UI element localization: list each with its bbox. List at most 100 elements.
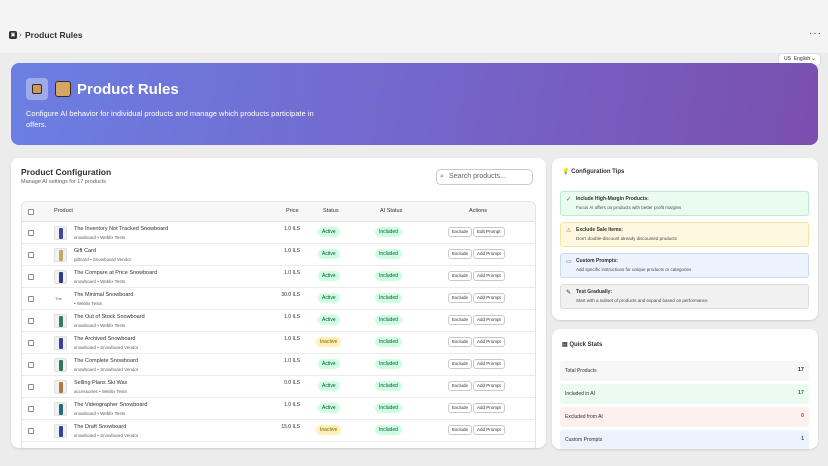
exclude-button[interactable]: Exclude xyxy=(448,425,473,435)
tip-description: Focus AI offers on products with better … xyxy=(576,205,682,210)
table-row: The Out of Stock Snowboard snowboard • We… xyxy=(22,310,535,332)
add-prompt-button[interactable]: Add Prompt xyxy=(473,249,505,259)
breadcrumb-separator: › xyxy=(19,30,22,39)
table-row: The Inventory Not Tracked Snowboard snowb… xyxy=(22,222,535,244)
product-meta: snowboard • Weblix Tests xyxy=(74,235,126,240)
search-input[interactable]: ⌕ Search products... xyxy=(436,169,533,185)
table-row: Selling Plans Ski Wax accessories • Webli… xyxy=(22,376,535,398)
table-row: The Archived Snowboard snowboard • Snowbo… xyxy=(22,332,535,354)
product-name[interactable]: The Inventory Not Tracked Snowboard xyxy=(74,226,168,232)
exclude-button[interactable]: Exclude xyxy=(448,381,473,391)
exclude-button[interactable]: Exclude xyxy=(448,249,473,259)
exclude-button[interactable]: Exclude xyxy=(448,337,473,347)
product-name[interactable]: The Complete Snowboard xyxy=(74,358,138,364)
product-name[interactable]: The Archived Snowboard xyxy=(74,336,135,342)
product-meta: snowboard • Weblix Tests xyxy=(74,279,126,284)
add-prompt-button[interactable]: Add Prompt xyxy=(473,293,505,303)
exclude-button[interactable]: Exclude xyxy=(448,271,473,281)
add-prompt-button[interactable]: Add Prompt xyxy=(473,337,505,347)
products-table: Product Price Status AI Status Actions T… xyxy=(21,201,536,448)
row-checkbox[interactable] xyxy=(28,340,34,346)
row-checkbox[interactable] xyxy=(28,428,34,434)
select-all-checkbox[interactable] xyxy=(28,209,34,215)
hero-banner: Product Rules Configure AI behavior for … xyxy=(11,63,818,145)
product-meta: snowboard • Snowboard Vendor xyxy=(74,367,139,372)
row-checkbox[interactable] xyxy=(28,384,34,390)
stat-item: Custom Prompts 1 xyxy=(560,430,809,449)
app-icon[interactable]: ▣ xyxy=(9,31,17,39)
chat-icon: ▭ xyxy=(566,259,572,265)
product-price: 1.0 ILS xyxy=(284,358,300,364)
row-checkbox[interactable] xyxy=(28,362,34,368)
stat-item: Total Products 17 xyxy=(560,361,809,381)
exclude-button[interactable]: Exclude xyxy=(448,315,473,325)
product-meta: accessories • Weblix Tests xyxy=(74,389,127,394)
product-meta: • Weblix Tests xyxy=(74,301,102,306)
product-name[interactable]: The Out of Stock Snowboard xyxy=(74,314,145,320)
status-badge: Active xyxy=(318,381,340,391)
hero-description: Configure AI behavior for individual pro… xyxy=(26,109,314,129)
product-name[interactable]: Selling Plans Ski Wax xyxy=(74,380,127,386)
tip-item: ⚠ Exclude Sale Items: Don't double-discoun… xyxy=(560,222,809,247)
exclude-button[interactable]: Exclude xyxy=(448,403,473,413)
thumbnail-image xyxy=(59,404,63,415)
tip-description: Don't double-discount already discounted… xyxy=(576,236,677,241)
more-options-icon[interactable]: ··· xyxy=(809,28,822,39)
product-thumbnail xyxy=(54,336,67,350)
top-bar: ▣ › Product Rules ··· xyxy=(0,0,828,53)
edit-prompt-button[interactable]: Edit Prompt xyxy=(473,227,505,237)
stat-label: Custom Prompts xyxy=(565,437,603,443)
tips-title: 💡 Configuration Tips xyxy=(562,169,625,175)
product-price: 1.0 ILS xyxy=(284,314,300,320)
table-header: Product Price Status AI Status Actions xyxy=(22,202,535,222)
product-meta: snowboard • Snowboard Vendor xyxy=(74,433,139,438)
search-placeholder: Search products... xyxy=(449,173,506,180)
exclude-button[interactable]: Exclude xyxy=(448,359,473,369)
add-prompt-button[interactable]: Add Prompt xyxy=(473,315,505,325)
lightbulb-icon: 💡 xyxy=(562,169,570,175)
stats-title: ▤ Quick Stats xyxy=(562,342,603,348)
exclude-button[interactable]: Exclude xyxy=(448,293,473,303)
product-configuration-card: Product Configuration Manage AI settings… xyxy=(11,158,546,448)
product-thumbnail xyxy=(54,314,67,328)
box-icon xyxy=(55,81,71,97)
ai-status-badge: Included xyxy=(375,249,402,259)
status-badge: Active xyxy=(318,227,340,237)
row-checkbox[interactable] xyxy=(28,296,34,302)
ai-status-badge: Included xyxy=(375,403,402,413)
product-name[interactable]: The Minimal Snowboard xyxy=(74,292,133,298)
us-flag-icon: US xyxy=(784,56,791,62)
add-prompt-button[interactable]: Add Prompt xyxy=(473,381,505,391)
ai-status-badge: Included xyxy=(375,359,402,369)
language-label: English xyxy=(793,56,811,62)
thumbnail-image xyxy=(59,272,63,283)
row-checkbox[interactable] xyxy=(28,318,34,324)
row-checkbox[interactable] xyxy=(28,274,34,280)
product-thumbnail xyxy=(54,226,67,240)
product-name[interactable]: The Draft Snowboard xyxy=(74,424,126,430)
row-checkbox[interactable] xyxy=(28,252,34,258)
row-checkbox[interactable] xyxy=(28,406,34,412)
product-meta: snowboard • Snowboard Vendor xyxy=(74,345,139,350)
product-name[interactable]: The Compare at Price Snowboard xyxy=(74,270,157,276)
product-price: 15.0 ILS xyxy=(281,424,300,430)
product-meta: snowboard • Weblix Tests xyxy=(74,411,126,416)
product-name[interactable]: Gift Card xyxy=(74,248,96,254)
stat-item: Excluded from AI 0 xyxy=(560,407,809,427)
product-thumbnail xyxy=(54,380,67,394)
quick-stats-card: ▤ Quick Stats Total Products 17 Included i… xyxy=(552,329,818,449)
add-prompt-button[interactable]: Add Prompt xyxy=(473,271,505,281)
ai-status-badge: Included xyxy=(375,271,402,281)
stat-item: Included in AI 17 xyxy=(560,384,809,404)
row-checkbox[interactable] xyxy=(28,230,34,236)
exclude-button[interactable]: Exclude xyxy=(448,227,473,237)
add-prompt-button[interactable]: Add Prompt xyxy=(473,425,505,435)
product-price: 1.0 ILS xyxy=(284,248,300,254)
stat-value: 17 xyxy=(797,367,804,373)
product-name[interactable]: The Videographer Snowboard xyxy=(74,402,147,408)
add-prompt-button[interactable]: Add Prompt xyxy=(473,359,505,369)
add-prompt-button[interactable]: Add Prompt xyxy=(473,403,505,413)
table-row: Gift Card giftcard • Snowboard Vendor 1.0 … xyxy=(22,244,535,266)
column-header-status: Status xyxy=(323,208,339,214)
tip-title: Custom Prompts: xyxy=(576,258,618,264)
